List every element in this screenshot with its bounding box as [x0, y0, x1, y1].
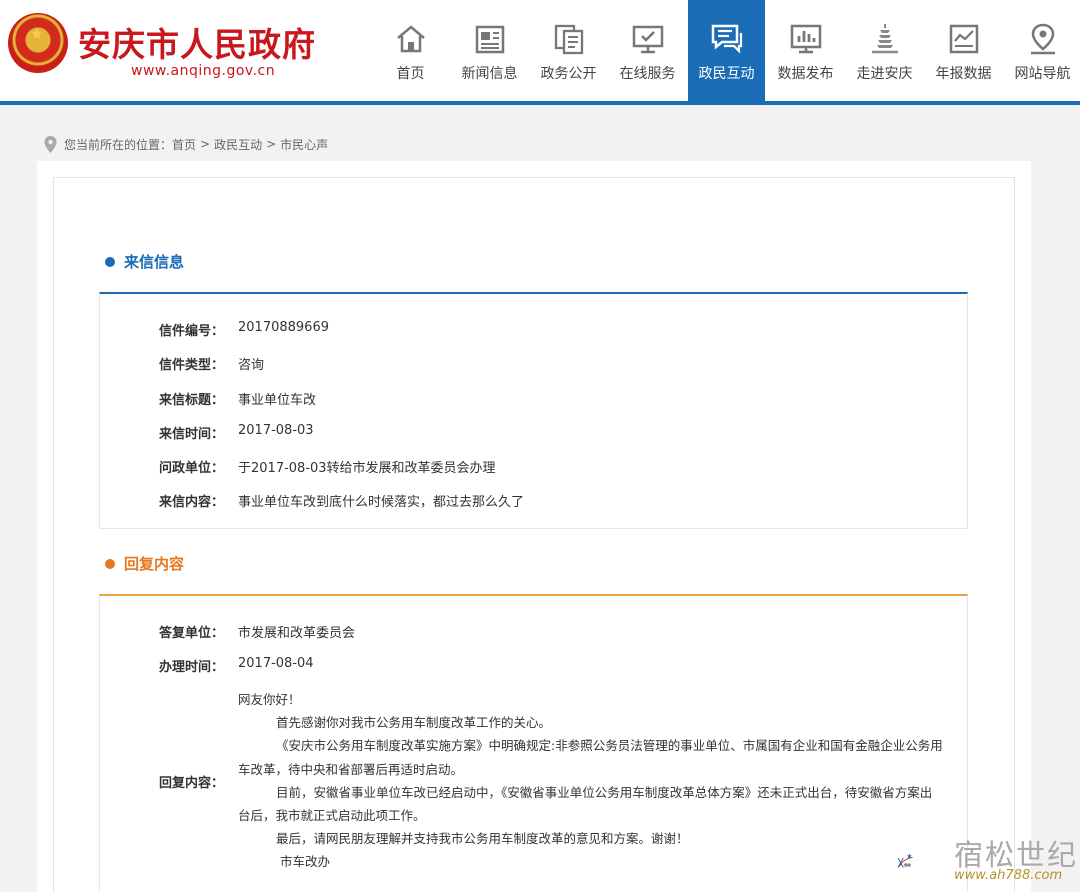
national-emblem-logo[interactable]: ★: [8, 13, 68, 73]
letter-info-box: 信件编号： 20170889669 信件类型： 咨询 来信标题： 事业单位车改 …: [99, 292, 968, 529]
nav-label: 首页: [396, 66, 425, 82]
section-bullet: [105, 558, 115, 569]
nav-label: 网站导航: [1014, 66, 1071, 82]
breadcrumb-home[interactable]: 首页: [172, 136, 196, 153]
documents-icon: [554, 24, 583, 55]
reply-greeting: 网友你好！: [238, 692, 301, 707]
field-label: 答复单位：: [158, 626, 224, 641]
field-value: 于2017-08-03转给市发展和改革委员会办理: [238, 461, 496, 476]
nav-item-news[interactable]: 新闻信息: [450, 0, 529, 101]
reply-paragraph: 最后，请网民朋友理解并支持我市公务用车制度改革的意见和方案。谢谢！: [276, 831, 689, 847]
reply-paragraph: 《安庆市公务用车制度改革实施方案》中明确规定:非参照公务员法管理的事业单位、市属…: [276, 738, 943, 754]
nav-label: 走进安庆: [856, 66, 913, 82]
breadcrumb-interaction[interactable]: 政民互动: [214, 136, 262, 153]
svg-text:so: so: [904, 863, 911, 869]
reply-content: 网友你好！ 首先感谢你对我市公务用车制度改革工作的关心。 《安庆市公务用车制度改…: [238, 688, 953, 874]
watermark-url: www.ah788.com: [954, 868, 1063, 883]
chat-icon: [711, 24, 742, 54]
nav-label: 数据发布: [777, 66, 834, 82]
field-label: 办理时间：: [158, 660, 224, 675]
home-icon: [396, 25, 425, 53]
header-divider: [0, 101, 1080, 105]
nav-item-interaction[interactable]: 政民互动: [688, 0, 765, 101]
nav-item-annual-report[interactable]: 年报数据: [924, 0, 1003, 101]
nav-item-data-release[interactable]: 数据发布: [766, 0, 845, 101]
breadcrumb-separator: >: [200, 137, 211, 151]
nav-label: 新闻信息: [461, 66, 518, 82]
reply-section-title: 回复内容: [105, 553, 184, 574]
field-label: 来信时间：: [158, 427, 224, 442]
field-label: 来信标题：: [158, 393, 224, 408]
letter-section-label: 来信信息: [124, 253, 185, 271]
site-header: ★ 安庆市人民政府 www.anqing.gov.cn 首页 新闻信息 政务公开…: [0, 0, 1080, 101]
section-bullet: [105, 256, 115, 267]
field-value: 事业单位车改: [238, 393, 317, 408]
main-nav: 首页 新闻信息 政务公开 在线服务 政民互动 数据发布 走进安庆 年报数据 网站…: [371, 0, 1080, 101]
field-value: 咨询: [238, 358, 265, 373]
reply-paragraph: 目前，安徽省事业单位车改已经启动中，《安徽省事业单位公务用车制度改革总体方案》还…: [276, 784, 933, 800]
monitor-icon: [632, 25, 663, 54]
nav-item-online-service[interactable]: 在线服务: [608, 0, 687, 101]
pagoda-icon: [871, 24, 898, 54]
nav-item-about-anqing[interactable]: 走进安庆: [845, 0, 924, 101]
field-label: 来信内容：: [158, 495, 224, 510]
breadcrumb: 您当前所在的位置： 首页 > 政民互动 > 市民心声: [44, 134, 328, 154]
breadcrumb-current[interactable]: 市民心声: [280, 136, 328, 153]
reply-content-label: 回复内容：: [158, 776, 224, 791]
nav-label: 政民互动: [698, 66, 755, 82]
nav-item-site-nav[interactable]: 网站导航: [1003, 0, 1080, 101]
news-icon: [475, 25, 504, 54]
nav-label: 在线服务: [619, 66, 676, 82]
reply-paragraph-cont: 台后，我市就正式启动此项工作。: [238, 808, 426, 824]
site-url[interactable]: www.anqing.gov.cn: [131, 63, 275, 79]
field-label: 信件编号：: [158, 324, 224, 339]
reply-paragraph: 首先感谢你对我市公务用车制度改革工作的关心。: [276, 715, 552, 731]
reply-paragraph-cont: 车改革，待中央和省部署后再适时启动。: [238, 761, 464, 777]
breadcrumb-separator: >: [266, 137, 277, 151]
nav-label: 年报数据: [935, 66, 992, 82]
field-value: 20170889669: [238, 320, 329, 335]
bar-chart-icon: [790, 24, 821, 54]
field-value: 2017-08-03: [238, 423, 314, 438]
field-label: 问政单位：: [158, 461, 224, 476]
nav-item-home[interactable]: 首页: [371, 0, 450, 101]
letter-section-title: 来信信息: [105, 251, 184, 272]
reply-section-label: 回复内容: [124, 555, 185, 573]
field-value: 事业单位车改到底什么时候落实，都过去那么久了: [238, 495, 525, 510]
location-pin-icon: [1030, 23, 1055, 55]
field-label: 信件类型：: [158, 358, 224, 373]
nav-label: 政务公开: [540, 66, 597, 82]
report-icon: [949, 24, 978, 54]
watermark-logo: so: [897, 853, 913, 869]
field-value: 2017-08-04: [238, 656, 314, 671]
reply-box: 答复单位： 市发展和改革委员会 办理时间： 2017-08-04 回复内容： 网…: [99, 594, 968, 892]
field-value: 市发展和改革委员会: [238, 626, 356, 641]
breadcrumb-prefix: 您当前所在的位置：: [64, 137, 173, 152]
location-pin-icon: [44, 135, 57, 153]
nav-item-gov-info[interactable]: 政务公开: [529, 0, 608, 101]
reply-signature: 市车改办: [280, 854, 331, 870]
site-title[interactable]: 安庆市人民政府: [78, 18, 316, 66]
